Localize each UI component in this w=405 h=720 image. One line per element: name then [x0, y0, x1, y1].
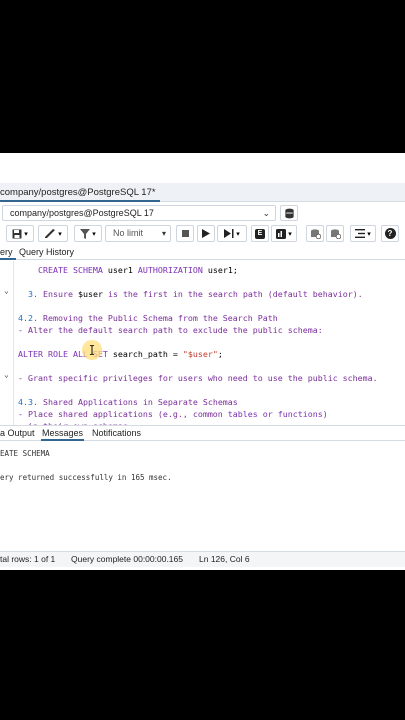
- stop-button[interactable]: [176, 225, 194, 242]
- code-line: 3. Ensure $user is the first in the sear…: [28, 289, 363, 299]
- tab-title: company/postgres@PostgreSQL 17*: [0, 187, 156, 198]
- help-icon: ?: [384, 228, 396, 239]
- filter-button[interactable]: ▾: [74, 225, 102, 242]
- rollback-icon: [330, 228, 341, 239]
- chevron-down-icon: ▾: [367, 230, 371, 238]
- query-toolbar: ▾ ▾ ▾ No limit ▾ ▾ E ▾ ▾ ?: [0, 223, 405, 245]
- messages-panel: EATE SCHEMA ery returned successfully in…: [0, 442, 405, 551]
- execute-options-button[interactable]: ▾: [217, 225, 247, 242]
- chevron-down-icon: ⌄: [262, 208, 270, 218]
- commit-icon: [310, 228, 321, 239]
- play-next-icon: [224, 229, 234, 238]
- execute-button[interactable]: [197, 225, 215, 242]
- rollback-button[interactable]: [326, 225, 344, 242]
- chevron-down-icon: ▾: [288, 230, 292, 238]
- tab-data-output[interactable]: a Output: [0, 426, 35, 441]
- explain-button[interactable]: E: [251, 225, 269, 242]
- status-bar: tal rows: 1 of 1 Query complete 00:00:00…: [0, 551, 405, 567]
- explain-icon: E: [255, 228, 265, 239]
- tab-query-editor[interactable]: company/postgres@PostgreSQL 17*: [0, 183, 160, 202]
- code-line: - Place shared applications (e.g., commo…: [18, 409, 328, 419]
- fold-chevron-icon[interactable]: ⌄: [4, 286, 9, 295]
- query-tabs: ery Query History: [0, 245, 405, 260]
- chevron-down-icon: ▾: [24, 230, 28, 238]
- commit-button[interactable]: [306, 225, 324, 242]
- edit-button[interactable]: ▾: [38, 225, 68, 242]
- message-line: EATE SCHEMA: [0, 449, 50, 458]
- code-line: 4.2. Removing the Public Schema from the…: [18, 313, 278, 323]
- code-line: 4.3. Shared Applications in Separate Sch…: [18, 397, 238, 407]
- tab-query-history[interactable]: Query History: [19, 245, 74, 260]
- editor-tab-bar: company/postgres@PostgreSQL 17*: [0, 183, 405, 202]
- connection-label: company/postgres@PostgreSQL 17: [10, 208, 154, 218]
- format-button[interactable]: ▾: [350, 225, 376, 242]
- database-icon: [284, 208, 294, 218]
- code-line: ALTER ROLE ALL SET search_path = "$user"…: [18, 349, 223, 359]
- message-line: ery returned successfully in 165 msec.: [0, 473, 172, 482]
- sql-editor[interactable]: ⌄ ⌄ CREATE SCHEMA user1 AUTHORIZATION us…: [0, 261, 405, 425]
- cursor-position: Ln 126, Col 6: [199, 554, 250, 564]
- tab-notifications[interactable]: Notifications: [92, 426, 141, 441]
- pen-icon: [45, 228, 56, 238]
- save-button[interactable]: ▾: [6, 225, 34, 242]
- chevron-down-icon: ▾: [92, 230, 96, 238]
- play-icon: [202, 229, 210, 238]
- tab-messages[interactable]: Messages: [41, 426, 85, 441]
- code-line: CREATE SCHEMA user1 AUTHORIZATION user1;: [37, 265, 238, 275]
- fold-chevron-icon[interactable]: ⌄: [4, 370, 9, 379]
- chevron-down-icon: ▾: [236, 230, 240, 238]
- database-button[interactable]: [280, 205, 298, 221]
- results-tabs: a Output Messages Notifications: [0, 425, 405, 441]
- save-icon: [12, 229, 22, 238]
- connection-select[interactable]: company/postgres@PostgreSQL 17 ⌄: [2, 205, 276, 221]
- query-status: Query complete 00:00:00.165: [71, 554, 183, 564]
- pgadmin-query-tool: company/postgres@PostgreSQL 17* company/…: [0, 153, 405, 570]
- format-icon: [355, 229, 366, 238]
- total-rows: tal rows: 1 of 1: [0, 554, 56, 564]
- chart-icon: [276, 228, 287, 239]
- code-line: - Grant specific privileges for users wh…: [18, 373, 378, 383]
- connection-bar: company/postgres@PostgreSQL 17 ⌄: [0, 203, 405, 223]
- stop-icon: [181, 230, 189, 237]
- chevron-down-icon: ▾: [58, 230, 62, 238]
- chevron-down-icon: ▾: [161, 229, 166, 238]
- tab-query[interactable]: ery: [0, 245, 16, 260]
- code-line: - Alter the default search path to exclu…: [18, 325, 323, 335]
- help-button[interactable]: ?: [381, 225, 399, 242]
- text-cursor-icon: [89, 345, 95, 355]
- row-limit-select[interactable]: No limit ▾: [105, 225, 171, 242]
- editor-gutter: [13, 261, 14, 425]
- explain-analyze-button[interactable]: ▾: [271, 225, 297, 242]
- row-limit-value: No limit: [113, 228, 144, 238]
- filter-icon: [80, 228, 91, 239]
